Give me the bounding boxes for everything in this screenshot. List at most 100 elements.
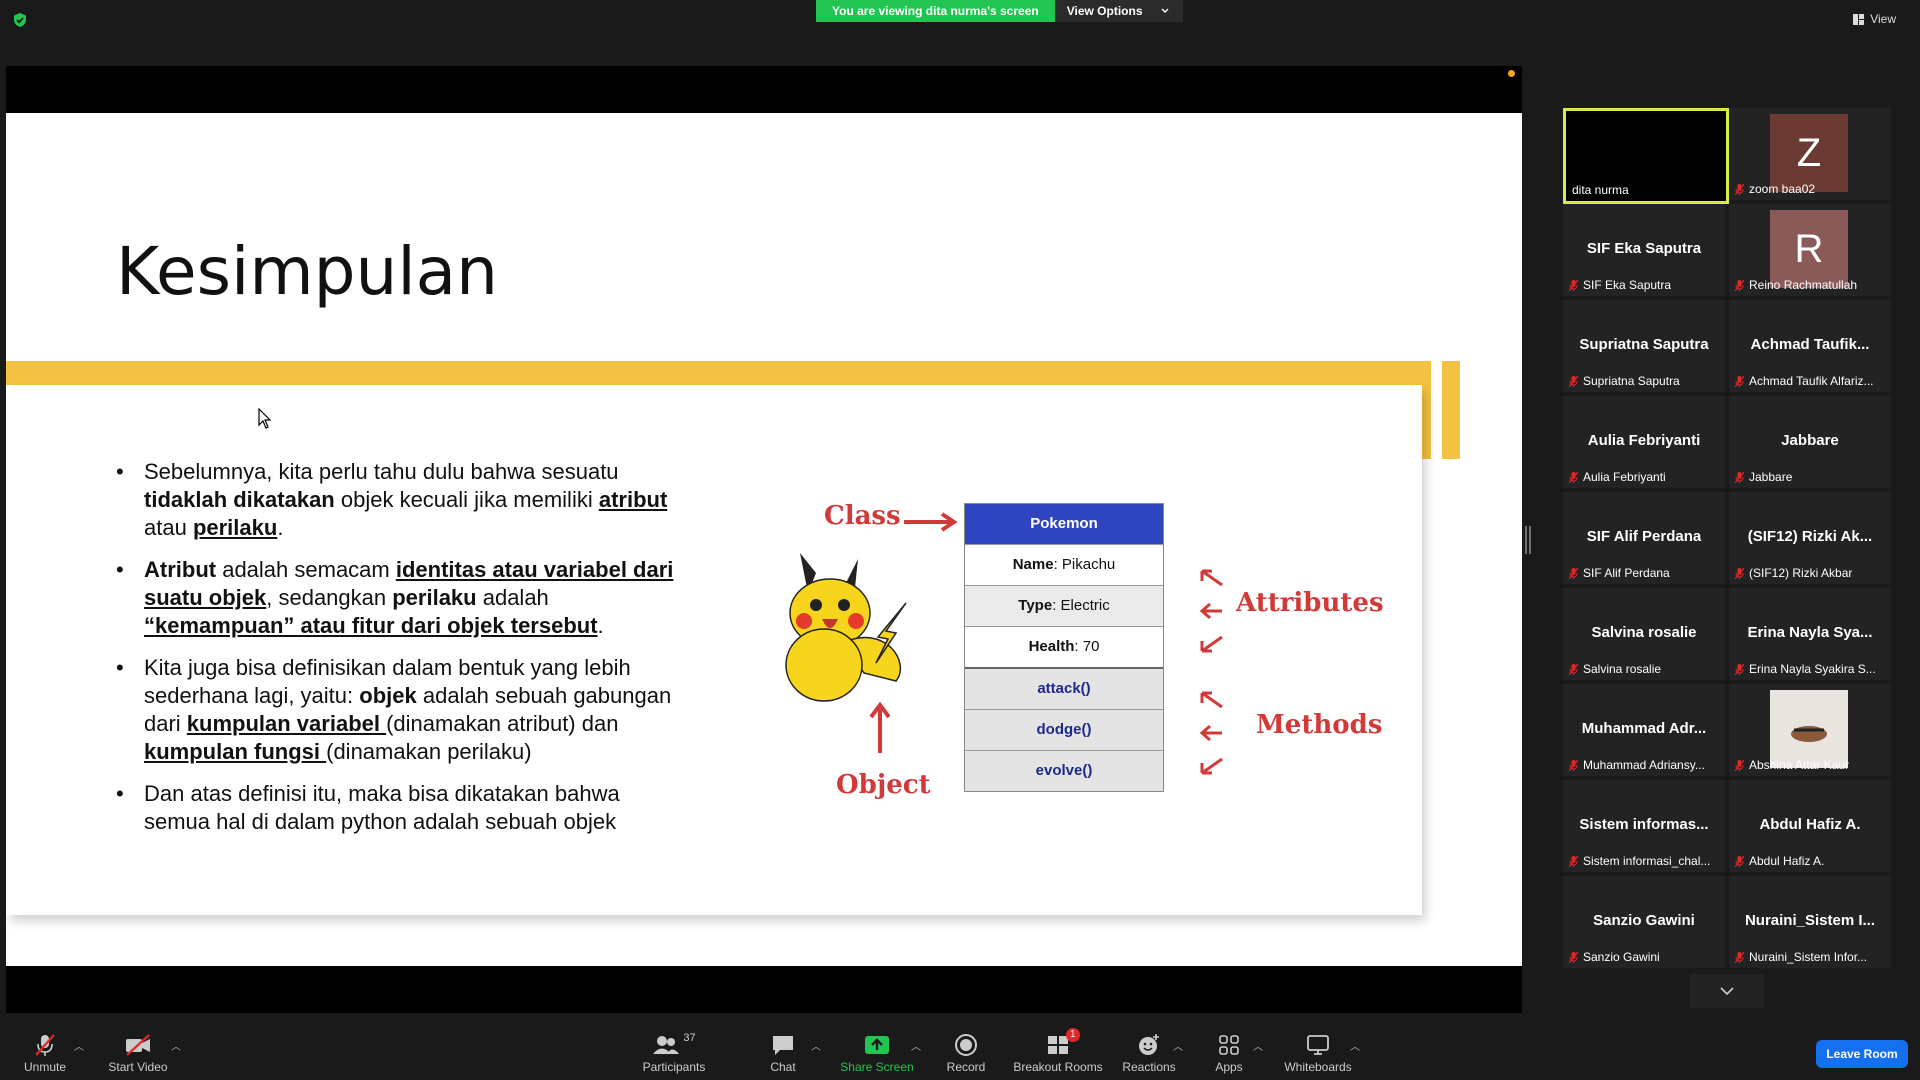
microphone-muted-icon — [1569, 663, 1578, 675]
audio-options-caret[interactable]: ︿ — [74, 1038, 84, 1053]
view-options-label: View Options — [1066, 4, 1143, 18]
participant-tile[interactable]: Nuraini_Sistem I... Nuraini_Sistem Infor.… — [1729, 876, 1891, 968]
microphone-muted-icon — [1569, 375, 1578, 387]
participant-tile-name: Achmad Taufik... — [1750, 336, 1870, 353]
participant-avatar: Z — [1770, 114, 1848, 192]
slide-accent-vbar — [1422, 361, 1431, 459]
shared-screen[interactable]: Kesimpulan Sebelumnya, kita perlu tahu d… — [6, 66, 1522, 1013]
record-button[interactable]: Record — [916, 1032, 1016, 1074]
participant-name-label: Aulia Febriyanti — [1569, 470, 1666, 484]
object-label: Object — [836, 770, 931, 800]
participant-tile[interactable]: Erina Nayla Sya... Erina Nayla Syakira S.… — [1729, 588, 1891, 680]
microphone-muted-icon — [1569, 279, 1578, 291]
participant-tile[interactable]: Jabbare Jabbare — [1729, 396, 1891, 488]
attribute-arrows-icon — [1199, 569, 1223, 653]
participant-tile[interactable]: R Reino Rachmatullah — [1729, 204, 1891, 296]
participant-tile[interactable]: Supriatna Saputra Supriatna Saputra — [1563, 300, 1725, 392]
apps-label: Apps — [1215, 1060, 1243, 1074]
participant-tile-name: Supriatna Saputra — [1579, 336, 1709, 353]
participant-name-label: Jabbare — [1735, 470, 1792, 484]
presentation-slide: Kesimpulan Sebelumnya, kita perlu tahu d… — [6, 113, 1522, 966]
panel-resize-handle[interactable] — [1525, 526, 1531, 554]
participant-tile[interactable]: Salvina rosalie Salvina rosalie — [1563, 588, 1725, 680]
bullet-item: Kita juga bisa definisikan dalam bentuk … — [116, 654, 676, 766]
apps-icon — [1219, 1035, 1239, 1055]
participant-name-label: Sanzio Gawini — [1569, 950, 1660, 964]
participant-name-label: Sistem informasi_chal... — [1569, 854, 1710, 868]
meeting-toolbar: Unmute ︿ Start Video ︿ 37 Participants C… — [0, 1020, 1920, 1080]
breakout-badge: 1 — [1066, 1028, 1080, 1042]
participant-name-label: SIF Alif Perdana — [1569, 566, 1670, 580]
participant-name-label: Muhammad Adriansy... — [1569, 758, 1705, 772]
bullet-item: Atribut adalah semacam identitas atau va… — [116, 556, 676, 640]
method-row: attack() — [965, 667, 1163, 709]
participant-tile-name: Nuraini_Sistem I... — [1744, 912, 1876, 929]
apps-button[interactable]: Apps — [1179, 1032, 1279, 1074]
method-row: evolve() — [965, 750, 1163, 791]
method-row: dodge() — [965, 709, 1163, 750]
chat-icon — [773, 1036, 793, 1055]
participant-name-label: Abshina Attar Kaur — [1735, 758, 1849, 772]
breakout-rooms-label: Breakout Rooms — [1013, 1060, 1103, 1074]
participant-name-label: Nuraini_Sistem Infor... — [1735, 950, 1867, 964]
pikachu-image — [785, 553, 907, 702]
microphone-muted-icon — [1735, 663, 1744, 675]
methods-label: Methods — [1256, 710, 1383, 740]
chat-label: Chat — [770, 1060, 796, 1074]
breakout-rooms-button[interactable]: 1 Breakout Rooms — [1008, 1028, 1108, 1074]
view-options-button[interactable]: View Options — [1054, 0, 1183, 22]
microphone-muted-icon — [1735, 375, 1744, 387]
share-screen-label: Share Screen — [840, 1060, 914, 1074]
participant-tile[interactable]: Sanzio Gawini Sanzio Gawini — [1563, 876, 1725, 968]
participant-name-label: Salvina rosalie — [1569, 662, 1661, 676]
participant-tile-name: Salvina rosalie — [1591, 624, 1697, 641]
participants-button[interactable]: 37 Participants — [624, 1032, 724, 1074]
participant-tile[interactable]: SIF Alif Perdana SIF Alif Perdana — [1563, 492, 1725, 584]
participant-name-label: Reino Rachmatullah — [1735, 278, 1857, 292]
participant-tile-name: Abdul Hafiz A. — [1759, 816, 1861, 833]
viewing-screen-label: You are viewing dita nurma's screen — [816, 0, 1055, 22]
participant-tile[interactable]: SIF Eka Saputra SIF Eka Saputra — [1563, 204, 1725, 296]
whiteboard-options-caret[interactable]: ︿ — [1350, 1038, 1360, 1053]
participants-icon — [653, 1036, 680, 1054]
participant-tile[interactable]: dita nurma — [1563, 108, 1729, 204]
participant-photo — [1770, 690, 1848, 768]
participant-tile[interactable]: Zzoom baa02 — [1729, 108, 1891, 200]
apps-options-caret[interactable]: ︿ — [1253, 1038, 1263, 1053]
participant-tile-name: SIF Alif Perdana — [1586, 528, 1702, 545]
participant-name-label: SIF Eka Saputra — [1569, 278, 1671, 292]
participant-tile[interactable]: Sistem informas... Sistem informasi_chal.… — [1563, 780, 1725, 872]
gallery-scroll-down-button[interactable] — [1690, 974, 1764, 1008]
participant-tile[interactable]: Abdul Hafiz A. Abdul Hafiz A. — [1729, 780, 1891, 872]
leave-room-button[interactable]: Leave Room — [1816, 1040, 1908, 1068]
attributes-label: Attributes — [1236, 588, 1384, 618]
bullet-item: Sebelumnya, kita perlu tahu dulu bahwa s… — [116, 458, 676, 542]
participant-name-label: dita nurma — [1572, 183, 1629, 197]
video-off-icon — [126, 1034, 150, 1056]
participant-tile[interactable]: (SIF12) Rizki Ak... (SIF12) Rizki Akbar — [1729, 492, 1891, 584]
participant-tile[interactable]: Muhammad Adr... Muhammad Adriansy... — [1563, 684, 1725, 776]
reactions-icon — [1139, 1034, 1159, 1055]
participant-tile-name: (SIF12) Rizki Ak... — [1747, 528, 1873, 545]
microphone-muted-icon — [1569, 759, 1578, 771]
screen-share-banner: You are viewing dita nurma's screen View… — [816, 0, 1183, 22]
mouse-cursor-icon — [258, 408, 272, 429]
video-options-caret[interactable]: ︿ — [171, 1038, 181, 1053]
record-label: Record — [946, 1060, 986, 1074]
view-button[interactable]: View — [1853, 12, 1896, 26]
slide-accent-bar — [6, 361, 1430, 385]
microphone-muted-icon — [35, 1034, 55, 1056]
participant-name-label: Achmad Taufik Alfariz... — [1735, 374, 1874, 388]
security-shield-icon[interactable] — [12, 12, 28, 28]
participant-name-label: Erina Nayla Syakira S... — [1735, 662, 1876, 676]
participant-tile-name: SIF Eka Saputra — [1586, 240, 1702, 257]
participant-tile[interactable]: Aulia Febriyanti Aulia Febriyanti — [1563, 396, 1725, 488]
chat-options-caret[interactable]: ︿ — [811, 1038, 821, 1053]
chevron-down-icon — [1720, 987, 1734, 995]
record-icon — [955, 1034, 977, 1056]
slide-title: Kesimpulan — [116, 233, 498, 310]
participant-tile[interactable]: Achmad Taufik... Achmad Taufik Alfariz... — [1729, 300, 1891, 392]
attribute-row: Name: Pikachu — [965, 544, 1163, 585]
participant-tile[interactable]: Abshina Attar Kaur — [1729, 684, 1891, 776]
method-arrows-icon — [1199, 691, 1223, 775]
